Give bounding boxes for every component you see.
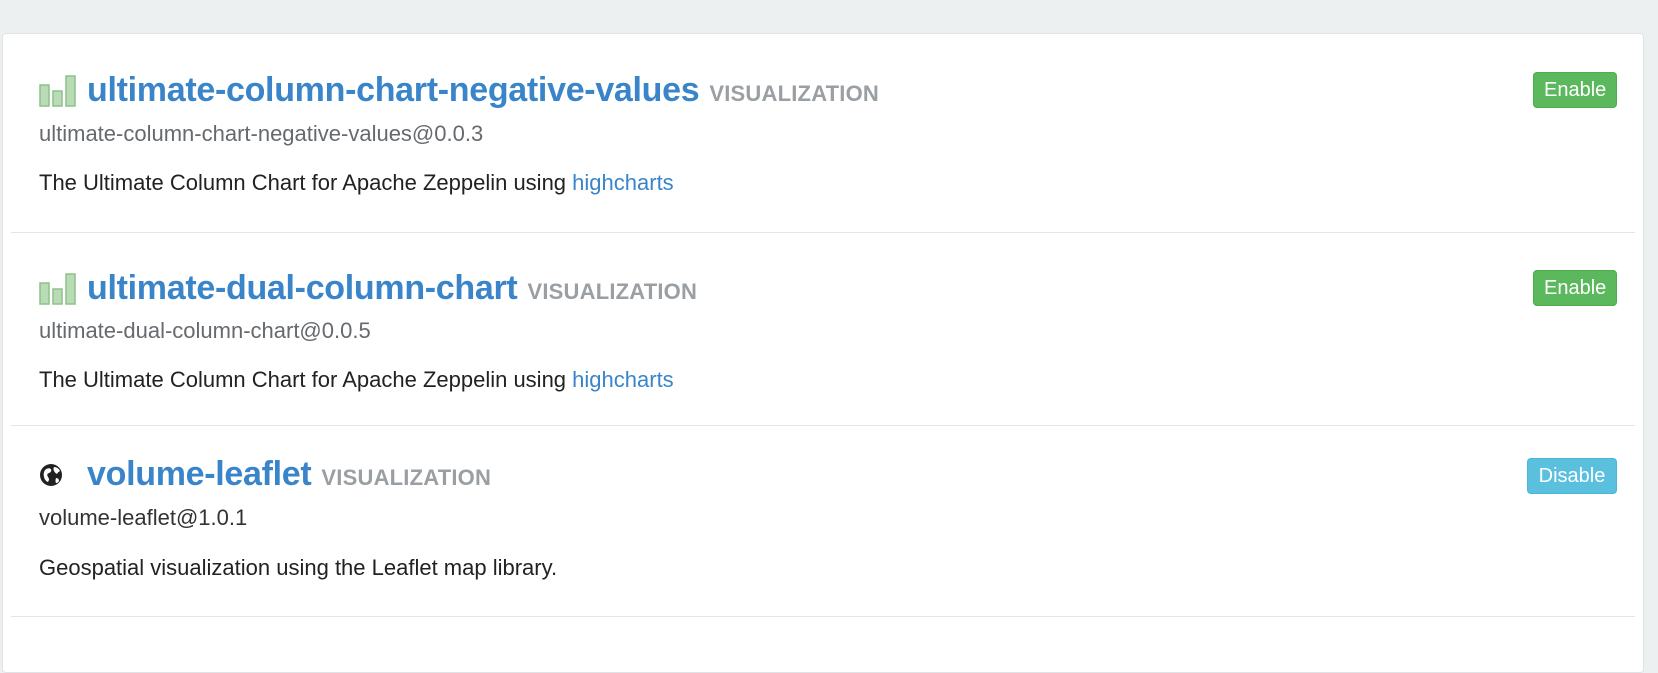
bar-chart-icon — [39, 74, 77, 107]
package-list-panel: ultimate-column-chart-negative-values VI… — [2, 33, 1644, 673]
enable-button[interactable]: Enable — [1533, 270, 1617, 306]
package-heading: ultimate-dual-column-chart VISUALIZATION — [39, 269, 697, 308]
package-heading: ultimate-column-chart-negative-values VI… — [39, 71, 879, 110]
package-description: The Ultimate Column Chart for Apache Zep… — [39, 367, 674, 393]
package-item: ultimate-dual-column-chart VISUALIZATION… — [11, 232, 1635, 426]
package-item: volume-leaflet VISUALIZATION volume-leaf… — [11, 425, 1635, 617]
package-type-label: VISUALIZATION — [709, 81, 880, 106]
package-name-link[interactable]: ultimate-dual-column-chart — [87, 269, 518, 308]
enable-button[interactable]: Enable — [1533, 72, 1617, 108]
package-type-label: VISUALIZATION — [321, 465, 492, 490]
highcharts-link[interactable]: highcharts — [572, 367, 674, 392]
globe-icon — [39, 458, 77, 491]
disable-button[interactable]: Disable — [1527, 458, 1617, 494]
package-name-link[interactable]: volume-leaflet — [87, 455, 312, 494]
package-heading: volume-leaflet VISUALIZATION — [39, 455, 491, 494]
package-name-link[interactable]: ultimate-column-chart-negative-values — [87, 71, 700, 110]
package-artifact: ultimate-dual-column-chart@0.0.5 — [39, 318, 371, 343]
package-artifact: volume-leaflet@1.0.1 — [39, 505, 248, 530]
package-description: The Ultimate Column Chart for Apache Zep… — [39, 170, 674, 196]
package-item: ultimate-column-chart-negative-values VI… — [11, 34, 1635, 233]
bar-chart-icon — [39, 272, 77, 305]
package-description: Geospatial visualization using the Leafl… — [39, 555, 558, 580]
package-type-label: VISUALIZATION — [527, 279, 698, 304]
package-artifact: ultimate-column-chart-negative-values@0.… — [39, 121, 484, 146]
description-text: The Ultimate Column Chart for Apache Zep… — [39, 170, 567, 195]
highcharts-link[interactable]: highcharts — [572, 170, 674, 195]
description-text: The Ultimate Column Chart for Apache Zep… — [39, 367, 567, 392]
